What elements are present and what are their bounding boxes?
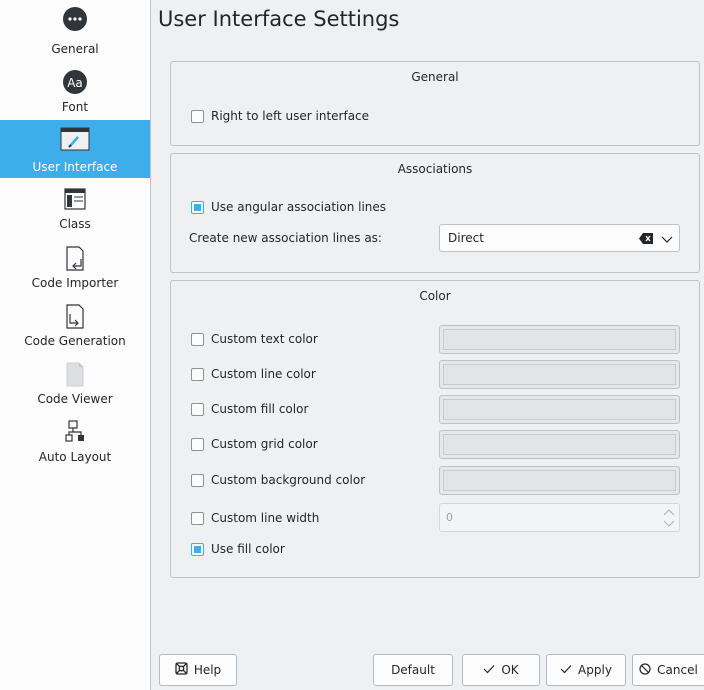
right-to-left-checkbox[interactable]: Right to left user interface [191, 107, 369, 125]
association-type-combo[interactable]: Direct [439, 224, 680, 252]
sidebar-item-label: General [51, 42, 99, 56]
check-icon [483, 663, 495, 677]
color-swatch [443, 399, 676, 420]
ok-label: OK [501, 663, 519, 677]
custom-fill-color-checkbox[interactable]: Custom fill color [191, 400, 308, 418]
apply-button[interactable]: Apply [546, 654, 626, 686]
ok-button[interactable]: OK [462, 654, 540, 686]
spinbox-value: 0 [446, 511, 453, 524]
cancel-button[interactable]: Cancel [632, 654, 704, 686]
checkbox-label: Use fill color [211, 542, 285, 556]
associations-group: Associations Use angular association lin… [170, 153, 700, 273]
general-group: General Right to left user interface [170, 61, 700, 146]
sidebar-item-label: Code Viewer [37, 392, 113, 406]
checkbox-label: Custom fill color [211, 402, 309, 416]
checkbox-box[interactable] [191, 542, 204, 556]
sidebar: General Aa Font User Interface Class Cod… [0, 0, 151, 690]
use-fill-color-checkbox[interactable]: Use fill color [191, 540, 285, 558]
clear-icon[interactable] [639, 233, 653, 244]
custom-text-color-checkbox[interactable]: Custom text color [191, 330, 318, 348]
color-group: Color Custom text color Custom line colo… [170, 280, 700, 578]
checkbox-label: Right to left user interface [211, 109, 370, 123]
default-button[interactable]: Default [373, 654, 453, 686]
group-title: Associations [397, 162, 473, 176]
font-icon: Aa [59, 68, 91, 98]
checkbox-box[interactable] [191, 200, 204, 214]
help-icon [175, 662, 188, 678]
custom-grid-color-checkbox[interactable]: Custom grid color [191, 435, 318, 453]
help-label: Help [193, 663, 222, 677]
group-title: Color [419, 289, 451, 303]
checkbox-label: Custom background color [211, 473, 366, 487]
checkbox-label: Custom text color [211, 332, 318, 346]
check-icon [560, 663, 572, 677]
grid-color-button[interactable] [439, 430, 680, 459]
color-swatch [443, 364, 676, 385]
create-lines-label: Create new association lines as: [189, 231, 382, 245]
angular-lines-checkbox[interactable]: Use angular association lines [191, 198, 386, 216]
default-label: Default [391, 663, 435, 677]
code-viewer-icon [59, 360, 91, 390]
apply-label: Apply [578, 663, 612, 677]
checkbox-box[interactable] [191, 473, 204, 487]
checkbox-label: Custom grid color [211, 437, 318, 451]
spin-arrows-icon[interactable] [663, 507, 675, 529]
checkbox-box[interactable] [191, 109, 204, 123]
sidebar-item-label: User Interface [32, 160, 118, 174]
sidebar-item-label: Auto Layout [38, 450, 112, 464]
line-width-spinbox[interactable]: 0 [439, 503, 680, 532]
checkbox-box[interactable] [191, 511, 204, 525]
custom-line-color-checkbox[interactable]: Custom line color [191, 365, 316, 383]
sidebar-item-user-interface[interactable]: User Interface [0, 120, 150, 178]
group-title: General [411, 70, 459, 84]
sidebar-item-label: Code Importer [31, 276, 119, 290]
cancel-icon [639, 662, 651, 678]
sidebar-item-class[interactable]: Class [0, 183, 150, 241]
cancel-label: Cancel [657, 663, 698, 677]
fill-color-button[interactable] [439, 395, 680, 424]
checkbox-label: Custom line color [211, 367, 316, 381]
combo-value: Direct [448, 231, 484, 245]
sidebar-item-label: Code Generation [24, 334, 126, 348]
code-generation-icon [59, 302, 91, 332]
sidebar-item-font[interactable]: Aa Font [0, 66, 150, 124]
line-color-button[interactable] [439, 360, 680, 389]
chevron-down-icon[interactable] [661, 233, 673, 243]
checkbox-box[interactable] [191, 367, 204, 381]
sidebar-item-label: Font [61, 100, 89, 114]
checkbox-box[interactable] [191, 402, 204, 416]
help-button[interactable]: Help [159, 654, 237, 686]
text-color-button[interactable] [439, 325, 680, 354]
sidebar-item-label: Class [59, 217, 91, 231]
sidebar-item-code-generation[interactable]: Code Generation [0, 300, 150, 358]
class-icon [59, 185, 91, 215]
sidebar-item-code-importer[interactable]: Code Importer [0, 242, 150, 300]
custom-line-width-checkbox[interactable]: Custom line width [191, 509, 319, 527]
custom-background-color-checkbox[interactable]: Custom background color [191, 471, 365, 489]
background-color-button[interactable] [439, 466, 680, 495]
font-icon-text: Aa [67, 76, 83, 90]
sidebar-item-code-viewer[interactable]: Code Viewer [0, 358, 150, 416]
checkbox-box[interactable] [191, 437, 204, 451]
page-title: User Interface Settings [158, 7, 400, 31]
sidebar-item-general[interactable]: General [0, 0, 150, 58]
user-interface-icon [59, 122, 91, 152]
color-swatch [443, 329, 676, 350]
more-icon [59, 2, 91, 32]
code-importer-icon [59, 244, 91, 274]
checkbox-box[interactable] [191, 332, 204, 346]
color-swatch [443, 434, 676, 455]
auto-layout-icon [59, 418, 91, 448]
color-swatch [443, 470, 676, 491]
checkbox-label: Custom line width [211, 511, 320, 525]
checkbox-label: Use angular association lines [211, 200, 387, 214]
sidebar-item-auto-layout[interactable]: Auto Layout [0, 416, 150, 474]
